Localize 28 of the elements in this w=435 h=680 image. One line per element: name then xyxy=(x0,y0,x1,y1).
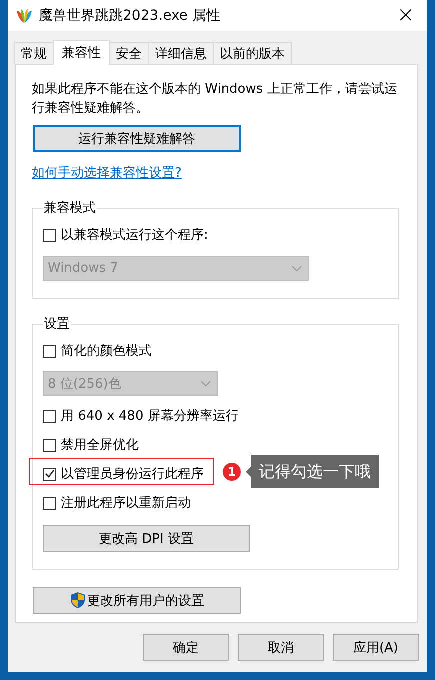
checkbox[interactable]: 以管理员身份运行此程序 xyxy=(43,465,204,483)
checkbox[interactable]: 注册此程序以重新启动 xyxy=(43,494,191,512)
checkbox[interactable]: 以兼容模式运行这个程序: xyxy=(43,226,208,244)
chevron-down-icon xyxy=(292,266,302,272)
tab[interactable]: 常规 xyxy=(14,42,54,64)
checkbox[interactable]: 禁用全屏优化 xyxy=(43,436,139,454)
group-title: 兼容模式 xyxy=(43,200,97,217)
chevron-down-icon xyxy=(201,380,211,386)
intro-text: 如果此程序不能在这个版本的 Windows 上正常工作，请尝试运行兼容性疑难解答。 xyxy=(32,81,398,118)
checkbox[interactable]: 用 640 x 480 屏幕分辨率运行 xyxy=(43,407,239,425)
dialog-button[interactable]: 取消 xyxy=(238,634,324,661)
checkbox[interactable]: 简化的颜色模式 xyxy=(43,342,152,360)
troubleshoot-button[interactable]: 运行兼容性疑难解答 xyxy=(33,125,241,152)
group-title: 设置 xyxy=(43,316,71,333)
tab[interactable]: 兼容性 xyxy=(53,40,110,65)
tooltip: 记得勾选一下哦 xyxy=(246,455,379,488)
step-badge: 1 xyxy=(223,462,241,480)
all-users-settings-button[interactable]: 更改所有用户的设置 xyxy=(33,587,241,614)
help-link[interactable]: 如何手动选择兼容性设置? xyxy=(32,164,182,182)
dialog-button[interactable]: 应用(A) xyxy=(333,634,419,661)
shield-icon xyxy=(70,592,86,609)
dpi-settings-button[interactable]: 更改高 DPI 设置 xyxy=(43,525,250,552)
close-button[interactable]: × xyxy=(391,4,421,26)
tab[interactable]: 以前的版本 xyxy=(213,42,292,64)
window-title: 魔兽世界跳跳2023.exe 属性 xyxy=(39,6,222,24)
checkmark-icon xyxy=(44,469,54,479)
dialog-button[interactable]: 确定 xyxy=(143,634,229,661)
app-icon xyxy=(16,8,33,24)
